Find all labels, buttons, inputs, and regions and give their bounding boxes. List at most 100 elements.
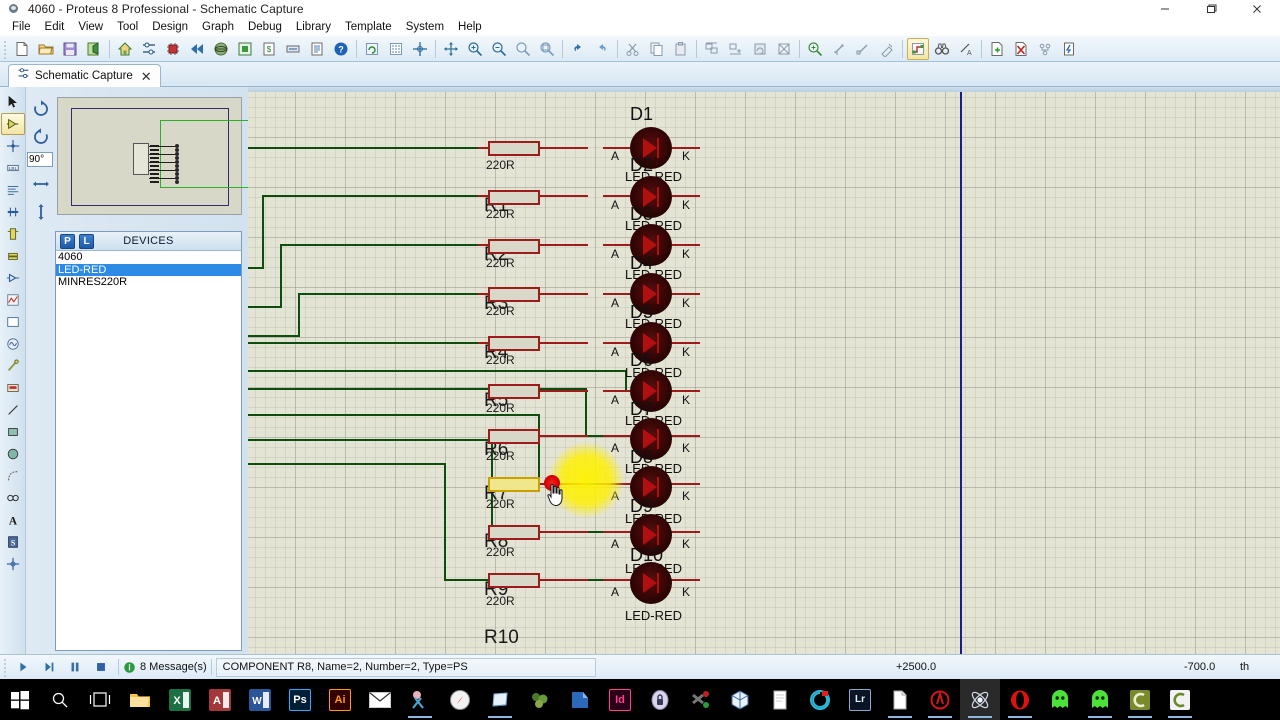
word[interactable]: W	[240, 679, 280, 720]
overview-preview-pane[interactable]	[57, 97, 252, 215]
resistor-r10[interactable]	[488, 573, 540, 588]
resistor-r9[interactable]	[488, 525, 540, 540]
undo-arrow-icon[interactable]	[567, 38, 589, 60]
wire-r10-v[interactable]	[444, 463, 446, 581]
wire-r2-v[interactable]	[262, 195, 264, 267]
resistor-r4[interactable]	[488, 287, 540, 302]
wire-r6-h[interactable]	[248, 370, 627, 372]
component-ref[interactable]: D7	[630, 399, 653, 420]
block-copy-icon[interactable]	[701, 38, 723, 60]
menu-view[interactable]: View	[71, 20, 110, 34]
cube-app[interactable]	[720, 679, 760, 720]
excel[interactable]: X	[160, 679, 200, 720]
label-lbl-icon[interactable]: LBL	[1, 157, 25, 179]
new-document-icon[interactable]	[11, 38, 33, 60]
snipping-tool[interactable]	[400, 679, 440, 720]
olive-c-app[interactable]	[1120, 679, 1160, 720]
wire-r9-h[interactable]	[248, 439, 493, 441]
rotation-angle-input[interactable]: 90°	[27, 152, 53, 167]
save-disk-icon[interactable]	[59, 38, 81, 60]
maximize-button[interactable]	[1188, 0, 1234, 18]
close-icon[interactable]: ✕	[141, 70, 152, 83]
resistor-r3[interactable]	[488, 239, 540, 254]
document-app[interactable]	[880, 679, 920, 720]
autoroute-icon[interactable]	[907, 37, 929, 60]
open-folder-icon[interactable]	[35, 38, 57, 60]
subcircuit-icon[interactable]	[1, 223, 25, 245]
menu-graph[interactable]: Graph	[195, 20, 241, 34]
paste-icon[interactable]	[670, 38, 692, 60]
report-icon[interactable]	[306, 38, 328, 60]
path-icon[interactable]	[1, 487, 25, 509]
wire-r2-h[interactable]	[262, 195, 488, 197]
help-question-icon[interactable]: ?	[330, 38, 352, 60]
search-button[interactable]	[40, 679, 80, 720]
component-ref[interactable]: D6	[630, 350, 653, 371]
scissors-icon[interactable]	[622, 38, 644, 60]
pix-app[interactable]	[680, 679, 720, 720]
sticky-notes[interactable]	[480, 679, 520, 720]
crosshair-icon[interactable]	[409, 38, 431, 60]
wire-r3-stub[interactable]	[248, 306, 282, 308]
list-item[interactable]: 4060	[56, 251, 241, 264]
circle-icon[interactable]	[1, 443, 25, 465]
access[interactable]: A	[200, 679, 240, 720]
component-ref[interactable]: R10	[484, 627, 519, 649]
wire-r2-stub[interactable]	[248, 267, 264, 269]
menu-library[interactable]: Library	[289, 20, 338, 34]
white-c-app[interactable]	[1160, 679, 1200, 720]
wire-r7-v[interactable]	[585, 388, 587, 437]
component-ref[interactable]: D1	[630, 104, 653, 125]
circle-app[interactable]	[800, 679, 840, 720]
generator-icon[interactable]	[1, 333, 25, 355]
component-ref[interactable]: D4	[630, 253, 653, 274]
marker-crosshair-icon[interactable]	[1, 553, 25, 575]
explorer-icon[interactable]	[282, 38, 304, 60]
graph-icon[interactable]	[1, 289, 25, 311]
proteus-app[interactable]	[960, 679, 1000, 720]
message-count[interactable]: 8 Message(s)	[140, 661, 207, 673]
photoshop[interactable]: Ps	[280, 679, 320, 720]
wire-r8-v[interactable]	[538, 414, 540, 485]
rectangle-icon[interactable]	[1, 421, 25, 443]
junction-dot-icon[interactable]	[1, 135, 25, 157]
rewind-icon[interactable]	[186, 38, 208, 60]
minimize-button[interactable]	[1142, 0, 1188, 18]
menu-help[interactable]: Help	[451, 20, 489, 34]
component-ref[interactable]: D8	[630, 447, 653, 468]
remove-sheet-icon[interactable]	[1010, 38, 1032, 60]
green-ghost-1[interactable]	[1040, 679, 1080, 720]
component-icon[interactable]	[1, 113, 25, 135]
mirror-vertical-icon[interactable]	[27, 198, 55, 226]
mail[interactable]	[360, 679, 400, 720]
goto-sheet-icon[interactable]	[1034, 38, 1056, 60]
pan-arrows-icon[interactable]	[440, 38, 462, 60]
opera-browser[interactable]	[1000, 679, 1040, 720]
task-view-button[interactable]	[80, 679, 120, 720]
zoom-in-icon[interactable]	[464, 38, 486, 60]
notes-app[interactable]	[760, 679, 800, 720]
green-ghost-2[interactable]	[1080, 679, 1120, 720]
tab-schematic-capture[interactable]: Schematic Capture ✕	[8, 64, 161, 87]
bom-icon[interactable]: $	[258, 38, 280, 60]
compass-app[interactable]	[440, 679, 480, 720]
blue-app[interactable]	[560, 679, 600, 720]
wire-r4-h[interactable]	[298, 293, 488, 295]
wire-r1[interactable]	[248, 147, 488, 149]
resistor-r2[interactable]	[488, 190, 540, 205]
pause-icon[interactable]	[62, 656, 88, 678]
toolbar-grip[interactable]	[2, 38, 8, 59]
wire-r3-h[interactable]	[280, 244, 488, 246]
symbol-icon[interactable]: S	[1, 531, 25, 553]
resistor-r5[interactable]	[488, 336, 540, 351]
menu-template[interactable]: Template	[338, 20, 399, 34]
binoculars-icon[interactable]	[931, 38, 953, 60]
resistor-r7[interactable]	[488, 429, 540, 444]
illustrator[interactable]: Ai	[320, 679, 360, 720]
wire-r4-stub[interactable]	[248, 335, 300, 337]
component-ref[interactable]: D3	[630, 204, 653, 225]
schematic-icon[interactable]	[138, 38, 160, 60]
play-icon[interactable]	[10, 656, 36, 678]
menu-system[interactable]: System	[399, 20, 451, 34]
copy-icon[interactable]	[646, 38, 668, 60]
